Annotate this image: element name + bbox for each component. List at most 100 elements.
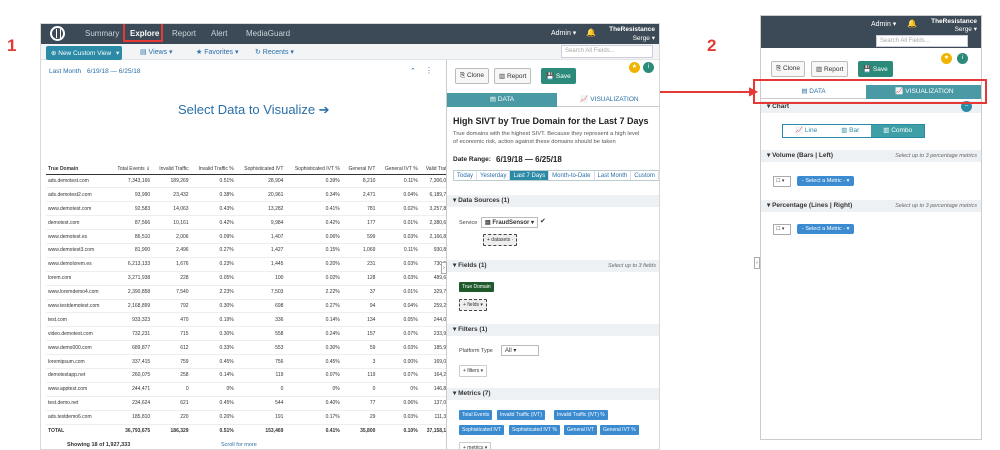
- section-volume[interactable]: ▾ Volume (Bars | Left) Select up to 3 per…: [761, 150, 981, 162]
- column-header[interactable]: Invalid Traffic: [152, 154, 191, 175]
- add-fields-button[interactable]: + fields ▾: [459, 299, 487, 311]
- column-header[interactable]: Sophisticated IVT: [235, 154, 286, 175]
- report-button[interactable]: ▥ Report: [494, 68, 532, 84]
- add-datasets-button[interactable]: + datasets ·: [483, 234, 518, 246]
- panel-collapse-handle[interactable]: ›: [441, 262, 447, 274]
- quick-date-option[interactable]: Month-to-Date: [549, 171, 595, 180]
- more-icon[interactable]: ⋮: [425, 66, 433, 75]
- search-input-2[interactable]: Search All Fields...: [876, 35, 968, 47]
- table-row[interactable]: www.demotest.es 86,510 2,006 0.09% 1,407 0.06…: [46, 229, 451, 244]
- table-row[interactable]: www.demotest3.com 81,900 2,496 0.27% 1,427 0.…: [46, 243, 451, 258]
- admin-menu[interactable]: Admin ▾: [551, 29, 576, 37]
- info-icon-2[interactable]: i: [957, 53, 968, 64]
- views-dropdown[interactable]: ▤ Views ▾: [140, 48, 173, 56]
- metric-chip[interactable]: General IVT: [564, 425, 597, 435]
- tab-data[interactable]: ▤ DATA: [447, 93, 557, 107]
- volume-metric-select[interactable]: - Select a Metric - ▾: [797, 176, 855, 186]
- clone-button-2[interactable]: ⎘ Clone: [771, 61, 805, 77]
- table-row[interactable]: lorem.com 3,271,938 228 0.05% 100 0.02% 128 0.0…: [46, 271, 451, 286]
- chart-type-combo[interactable]: ▥ Combo: [871, 125, 925, 137]
- add-filters-button[interactable]: + filters ▾: [459, 365, 488, 377]
- table-row[interactable]: www.demo000.com 689,877 612 0.33% 553 0.30% 59…: [46, 340, 451, 356]
- info-icon[interactable]: i: [643, 62, 654, 73]
- nav-summary[interactable]: Summary: [85, 29, 119, 38]
- logo-icon[interactable]: [50, 26, 65, 41]
- tab-visualization[interactable]: 📈 VISUALIZATION: [557, 93, 659, 107]
- view-title[interactable]: High SIVT by True Domain for the Last 7 …: [453, 116, 658, 126]
- clone-button[interactable]: ⎘ Clone: [455, 68, 489, 84]
- star-icon[interactable]: ★: [629, 62, 640, 73]
- favorites-dropdown[interactable]: ★ Favorites ▾: [196, 48, 238, 56]
- table-row[interactable]: test.com 933,323 470 0.19% 336 0.14% 134 0.05% 2…: [46, 312, 451, 328]
- recents-dropdown[interactable]: ↻ Recents ▾: [255, 48, 294, 56]
- percentage-metric-select[interactable]: - Select a Metric - ▾: [797, 224, 855, 234]
- select-data-cta[interactable]: Select Data to Visualize ➔: [178, 102, 330, 118]
- quick-date-option[interactable]: Custom: [631, 171, 659, 180]
- table-row[interactable]: www.demotest.com 92,583 14,063 0.43% 13,282 0…: [46, 201, 451, 217]
- percentage-checkbox[interactable]: ☐ ▾: [773, 224, 791, 235]
- column-header[interactable]: General IVT: [341, 154, 378, 175]
- save-button-2[interactable]: 💾 Save: [858, 61, 893, 77]
- quick-date-option[interactable]: Today: [454, 171, 478, 180]
- column-header[interactable]: General IVT %: [377, 154, 420, 175]
- search-input[interactable]: Search All Fields...: [561, 45, 653, 58]
- bell-icon[interactable]: 🔔: [586, 28, 596, 37]
- table-row[interactable]: www.testdemotest.com 2,168,899 792 0.30% 698…: [46, 299, 451, 314]
- section-metrics[interactable]: ▾ Metrics (7): [447, 388, 659, 400]
- scroll-more-link[interactable]: Scroll for more: [221, 442, 257, 448]
- section-data-sources[interactable]: ▾ Data Sources (1): [447, 195, 659, 207]
- metric-chip[interactable]: General IVT %: [600, 425, 639, 435]
- quick-date-option[interactable]: Yesterday: [477, 171, 511, 180]
- volume-checkbox[interactable]: ☐ ▾: [773, 176, 791, 187]
- user-menu-2[interactable]: Serge ▾: [921, 25, 977, 33]
- nav-report[interactable]: Report: [172, 29, 196, 38]
- quick-date-option[interactable]: Last 7 Days: [510, 171, 550, 180]
- table-row[interactable]: loremipsum.com 337,415 759 0.45% 756 0.45% 3 0.…: [46, 354, 451, 369]
- table-row[interactable]: www.demolorem.es 6,213,133 1,676 0.23% 1,445…: [46, 257, 451, 272]
- nav-mediaguard[interactable]: MediaGuard: [246, 29, 290, 38]
- view-description[interactable]: True domains with the highest SIVT. Beca…: [453, 130, 643, 146]
- date-label[interactable]: Last Month: [49, 68, 81, 75]
- service-select[interactable]: ▤ FraudSensor ▾: [481, 217, 539, 228]
- platform-type-select[interactable]: All ▾: [501, 345, 539, 356]
- table-row[interactable]: test.demo.net 234,624 621 0.45% 544 0.40% 77 0.…: [46, 396, 451, 411]
- quick-date-option[interactable]: ⋮: [659, 171, 660, 180]
- table-row[interactable]: ads.demotest2.com 93,990 23,432 0.38% 20,961…: [46, 187, 451, 203]
- admin-menu-2[interactable]: Admin ▾: [871, 20, 896, 28]
- chart-type-bar[interactable]: ▥ Bar: [829, 125, 871, 137]
- column-header[interactable]: Invalid Traffic %: [190, 154, 236, 175]
- metric-chip[interactable]: Invalid Traffic (IVT) %: [554, 410, 608, 420]
- metric-chip[interactable]: Total Events: [459, 410, 493, 420]
- new-custom-view-button[interactable]: ⊕ New Custom View: [46, 46, 117, 60]
- panel-collapse-handle-2[interactable]: ›: [754, 257, 760, 269]
- nav-alert[interactable]: Alert: [211, 29, 227, 38]
- metric-chip[interactable]: Sophisticated IVT: [459, 425, 505, 435]
- user-menu[interactable]: Serge ▾: [603, 34, 655, 42]
- new-view-dropdown-button[interactable]: ▾: [113, 46, 123, 60]
- section-filters[interactable]: ▾ Filters (1): [447, 324, 659, 336]
- bell-icon-2[interactable]: 🔔: [907, 19, 917, 28]
- table-row[interactable]: video.demotest.com 732,231 715 0.30% 558 0.24…: [46, 326, 451, 342]
- date-range[interactable]: 6/19/18 — 6/25/18: [87, 68, 141, 75]
- column-header[interactable]: Total Events ⇓: [109, 154, 153, 175]
- save-button[interactable]: 💾 Save: [541, 68, 576, 84]
- chart-type-line[interactable]: 📈 Line: [783, 125, 829, 137]
- section-fields[interactable]: ▾ Fields (1) Select up to 3 fields: [447, 260, 659, 272]
- metric-chip[interactable]: Sophisticated IVT %: [509, 425, 560, 435]
- table-row[interactable]: www.apptest.com 244,471 0 0% 0 0% 0 0% 146,80: [46, 382, 451, 397]
- add-metrics-button[interactable]: + metrics ▾: [459, 442, 492, 449]
- table-row[interactable]: demotest.com 87,566 10,161 0.42% 9,984 0.42% 1…: [46, 215, 451, 231]
- column-header[interactable]: Sophisticated IVT %: [285, 154, 342, 175]
- table-row[interactable]: ads.testdemo6.com 185,810 220 0.20% 191 0.17%…: [46, 410, 451, 425]
- column-header[interactable]: True Domain: [46, 154, 110, 175]
- star-icon-2[interactable]: ★: [941, 53, 952, 64]
- section-percentage[interactable]: ▾ Percentage (Lines | Right) Select up to…: [761, 200, 981, 212]
- quick-date-option[interactable]: Last Month: [595, 171, 632, 180]
- collapse-icon[interactable]: ⌃: [410, 67, 416, 75]
- metric-chip[interactable]: Invalid Traffic (IVT): [497, 410, 545, 420]
- table-row[interactable]: demotestapp.net 260,075 258 0.14% 119 0.07% 11…: [46, 368, 451, 383]
- field-chip-true-domain[interactable]: True Domain: [459, 282, 494, 292]
- table-row[interactable]: ads.demotest.com 7,343,166 189,269 0.51% 28,…: [46, 174, 451, 189]
- table-row[interactable]: www.loremdemo4.com 2,390,858 7,540 2.23% 7,5…: [46, 285, 451, 300]
- report-button-2[interactable]: ▥ Report: [811, 61, 849, 77]
